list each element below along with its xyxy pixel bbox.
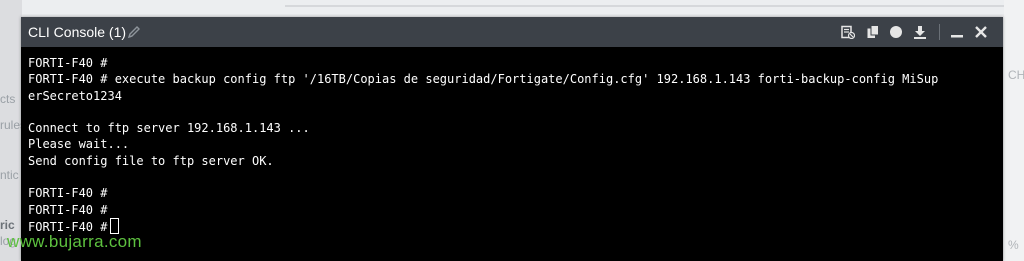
background-sidebar: cts rules ntic ric log [0, 0, 26, 261]
copy-icon[interactable] [866, 25, 880, 39]
terminal-line: FORTI-F40 # [28, 186, 108, 201]
close-icon[interactable] [974, 25, 988, 39]
titlebar-divider [939, 24, 940, 40]
terminal-line: FORTI-F40 # execute backup config ftp '/… [28, 72, 939, 87]
sidebar-fragment: ric [0, 218, 15, 232]
terminal-line: erSecreto1234 [28, 88, 122, 103]
download-icon[interactable] [913, 25, 927, 39]
terminal-prompt-line[interactable]: FORTI-F40 # [28, 217, 997, 234]
clear-console-icon[interactable] [841, 25, 855, 39]
right-fragment: % [1008, 238, 1019, 252]
record-icon[interactable] [889, 25, 903, 39]
terminal-line: Send config file to ftp server OK. [28, 153, 274, 168]
terminal-output[interactable]: FORTI-F40 # FORTI-F40 # execute backup c… [28, 55, 997, 234]
background-right-panel: CH % [1004, 0, 1024, 261]
cli-console-window: CLI Console (1) FORTI-F40 # FORTI-F40 # … [21, 17, 1003, 261]
sidebar-fragment: ntic [0, 168, 19, 182]
terminal-line: Please wait... [28, 137, 130, 152]
background-strip [285, 5, 1020, 7]
right-fragment: CH [1008, 68, 1024, 82]
watermark: www.bujarra.com [7, 232, 142, 251]
background-top-bar [0, 0, 1024, 14]
sidebar-fragment: cts [0, 92, 16, 106]
terminal-line: FORTI-F40 # [28, 202, 108, 217]
edit-title-icon[interactable] [127, 25, 141, 39]
console-titlebar: CLI Console (1) [21, 17, 1003, 47]
minimize-icon[interactable] [950, 25, 964, 39]
terminal-line: Connect to ftp server 192.168.1.143 ... [28, 121, 310, 136]
console-title: CLI Console (1) [28, 24, 127, 40]
terminal-line: FORTI-F40 # [28, 56, 108, 70]
